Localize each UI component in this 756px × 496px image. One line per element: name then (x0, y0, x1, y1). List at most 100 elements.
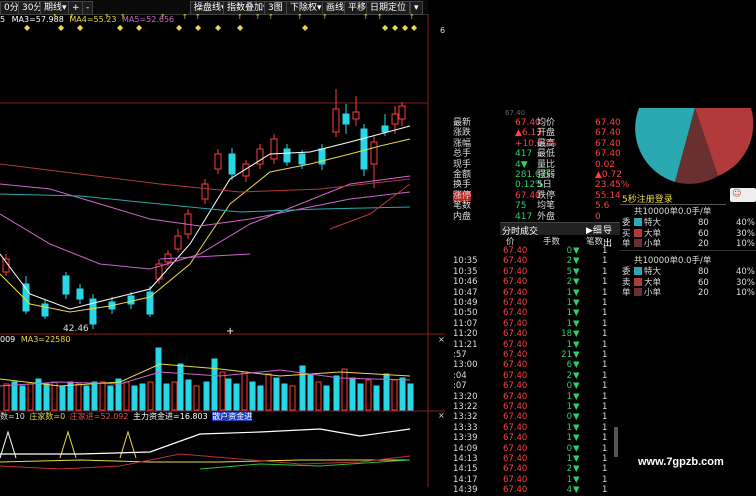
flow-percent: 30% (736, 277, 755, 288)
indicator-spike (119, 430, 137, 459)
up-arrow-icon: ↑ (363, 14, 369, 21)
volume-group (0, 347, 414, 411)
cursor-cross-icon: + (226, 326, 234, 337)
quote-row: 内盘 417 外盘 0 (450, 212, 620, 223)
candle-body (283, 148, 291, 163)
tick-count: 1 (602, 256, 608, 267)
volume-bar (3, 383, 10, 411)
flow-legend: 大单 (634, 277, 662, 289)
volume-bar (203, 381, 210, 411)
tick-count: 1 (602, 433, 608, 444)
panel-close-icon[interactable]: × (438, 335, 445, 344)
tick-volume: 2 (566, 464, 572, 475)
ind-e-label: 散户资金进 (212, 412, 253, 421)
more-dropdown-button[interactable]: ▾ (410, 1, 423, 15)
volume-bar (273, 377, 280, 411)
tick-time: 14:17 (453, 474, 478, 485)
tick-count: 1 (602, 464, 608, 475)
tick-row: 67.40 0 ▼ 1 (450, 246, 620, 257)
quote-label: 5日 (537, 180, 552, 191)
quote-row: 涨跌 ▲6.13 开盘 67.40 (450, 128, 621, 139)
tick-price: 67.40 (503, 350, 528, 360)
quote-label: 内盘 (453, 211, 472, 222)
legend-swatch-icon (634, 267, 642, 275)
tick-count: 1 (602, 391, 608, 402)
ind-c-label: 庄家进=52.092 (69, 412, 129, 421)
panel-close-icon[interactable]: × (438, 411, 445, 420)
up-arrow-icon: ↑ (377, 14, 383, 21)
flow-side: 卖 (622, 277, 631, 288)
up-arrow-icon: ↑ (297, 14, 303, 21)
three-chart-button[interactable]: 3图 (264, 1, 287, 15)
date-locate-button[interactable]: 日期定位 (366, 1, 411, 15)
volume-bar (163, 383, 170, 411)
tick-time: :07 (453, 381, 467, 392)
tick-row: 13:22 67.40 1 ▼ 1 (450, 402, 620, 413)
quote-value: 0.02 (595, 159, 616, 170)
tick-count: 1 (602, 298, 608, 308)
tick-row: 10:35 67.40 2 ▼ 1 (450, 256, 620, 267)
flow-name: 特大 (644, 218, 662, 228)
tick-time: 11:21 (453, 339, 478, 350)
volume-value: 009 (0, 335, 16, 344)
flow-side: 委 (622, 218, 631, 228)
tick-trades-panel: 分时成交 ▶细 导出 价 手数 笔数 67.40 0 ▼ 1 10:35 67.4… (450, 222, 620, 495)
tick-count: 1 (602, 412, 608, 423)
up-arrow-icon: ↑ (268, 14, 274, 21)
tick-time: 13:32 (453, 412, 478, 423)
quote-info-panel: 67.40 最新 67.40 均价 67.40 涨跌 ▲6.13 开盘 67.40… (450, 108, 629, 223)
up-arrow-icon: ↑ (69, 14, 75, 21)
tick-row: 11:21 67.40 1 ▼ 1 (450, 340, 620, 351)
tick-volume: 1 (566, 422, 572, 433)
tick-price: 67.40 (503, 329, 528, 340)
flow-legend: 特大 (634, 267, 661, 278)
tick-row: 14:09 67.40 0 ▼ 1 (450, 444, 620, 455)
flow-percent: 40% (736, 218, 755, 228)
flow-percent: 10% (736, 288, 755, 298)
candle-body (174, 235, 182, 250)
tick-scrollbar[interactable] (614, 427, 618, 457)
quote-row: 涨幅 +10.00% 最高 67.40 (450, 139, 621, 150)
tick-header-bar: 分时成交 ▶细 导出 (500, 222, 620, 249)
indicator-line (0, 459, 410, 463)
quote-label: 最低 (537, 149, 556, 160)
flow-name: 大单 (644, 277, 662, 288)
event-marker-icon: ◆ (392, 23, 399, 32)
volume-bar (307, 373, 314, 411)
volume-bar (399, 377, 406, 411)
tick-price: 67.40 (503, 422, 528, 433)
volume-bar (333, 375, 340, 411)
event-marker-icon: ◆ (58, 23, 65, 32)
ex-rights-button[interactable]: 下除权▾ (286, 1, 326, 15)
tick-price: 67.40 (503, 287, 528, 298)
volume-bar (43, 383, 50, 411)
down-arrow-icon: ▼ (573, 246, 580, 256)
flow-legend: 特大 (634, 218, 661, 229)
volume-bar (131, 385, 138, 411)
period-cycle-select[interactable]: 期线▾ (40, 1, 71, 15)
quote-label: 量比 (537, 159, 556, 170)
tick-volume: 0 (566, 246, 572, 256)
tick-row: 13:32 67.40 0 ▼ 1 (450, 412, 620, 423)
tick-time: :57 (453, 350, 467, 360)
zoom-out-button[interactable]: - (82, 1, 94, 15)
info-header: 67.40 (505, 109, 526, 117)
avatar-badge[interactable]: ☺ (730, 188, 756, 202)
volume-bar (219, 371, 226, 411)
up-arrow-icon: ↑ (237, 14, 243, 21)
ind-d-label: 主力资金进=16.803 (133, 412, 208, 421)
candle-body (214, 153, 222, 170)
capital-flow-panel: ☺ 5秒注册登录 共10000单0.0手/单 委 特大 80 40% 买 大单 6… (620, 108, 756, 487)
flow-row: 委 特大 80 40% (622, 218, 756, 229)
tick-volume: 2 (566, 277, 572, 288)
volume-bar (407, 383, 414, 411)
tick-time: 14:13 (453, 454, 478, 464)
volume-bar (193, 385, 200, 411)
tick-row: 10:49 67.40 1 ▼ 1 (450, 298, 620, 309)
volume-bar (233, 383, 240, 411)
flow-side: 单 (622, 239, 631, 249)
candle-body (370, 141, 378, 165)
volume-bar (257, 385, 264, 411)
volume-bar (123, 381, 130, 411)
up-arrow-icon: ↑ (322, 14, 328, 21)
